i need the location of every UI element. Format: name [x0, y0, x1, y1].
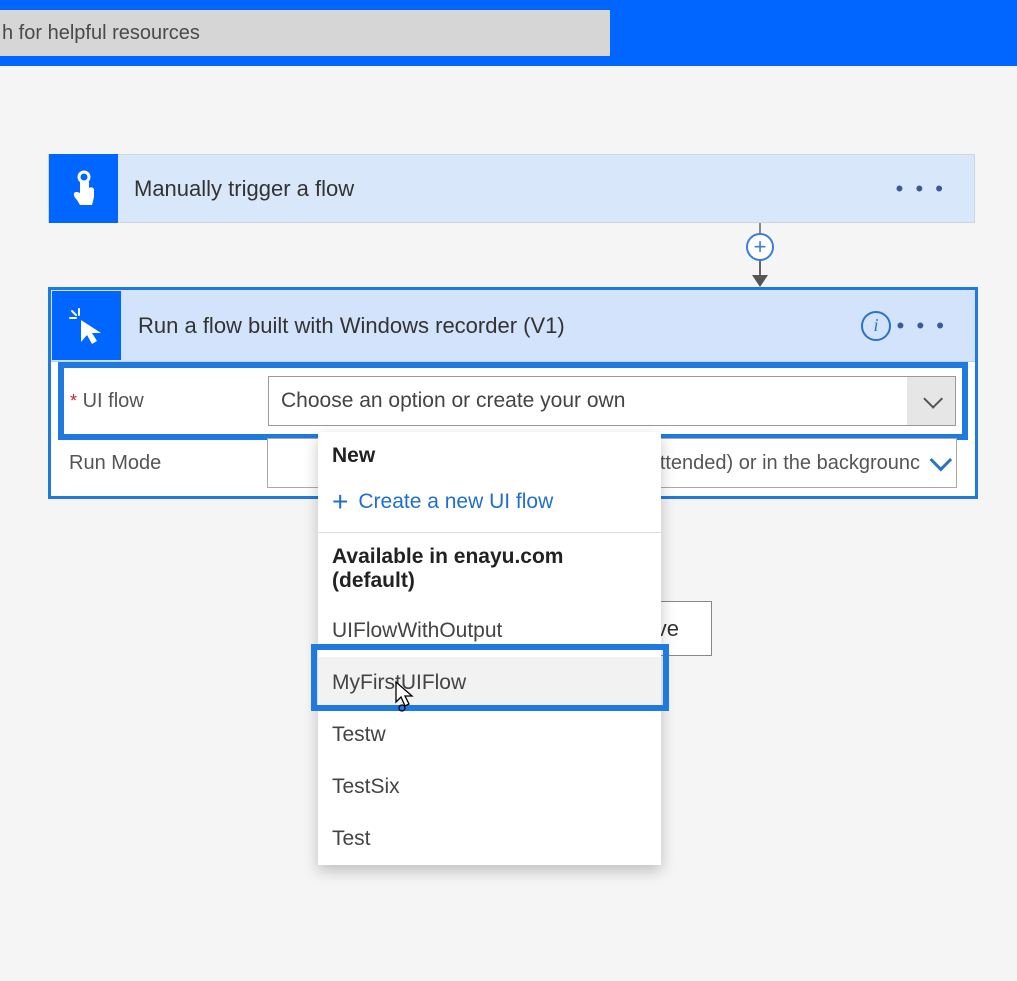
dropdown-option-myfirstuiflow[interactable]: MyFirstUIFlow: [318, 657, 661, 709]
dropdown-option[interactable]: Test: [318, 813, 661, 865]
ui-flow-placeholder: Choose an option or create your own: [269, 389, 907, 413]
info-icon[interactable]: i: [861, 311, 891, 341]
plus-icon: +: [332, 492, 348, 512]
add-step-button[interactable]: +: [746, 233, 774, 261]
trigger-title: Manually trigger a flow: [118, 176, 354, 202]
create-new-ui-flow[interactable]: + Create a new UI flow: [318, 480, 661, 532]
manual-trigger-icon: [66, 169, 102, 209]
action-icon-box: [52, 291, 121, 360]
ui-flow-dropdown[interactable]: Choose an option or create your own: [268, 376, 956, 426]
action-title: Run a flow built with Windows recorder (…: [122, 313, 565, 339]
run-mode-label: Run Mode: [69, 452, 267, 475]
ui-flow-dropdown-panel: New + Create a new UI flow Available in …: [318, 432, 661, 865]
cursor-sparkle-icon: [67, 306, 107, 346]
dropdown-section-available: Available in enayu.com (default): [318, 533, 661, 605]
action-header[interactable]: Run a flow built with Windows recorder (…: [51, 290, 975, 362]
connector: +: [503, 223, 1017, 287]
arrow-down-icon: [752, 275, 768, 287]
search-input[interactable]: [0, 10, 610, 56]
action-more-icon[interactable]: • • •: [897, 313, 947, 339]
trigger-icon-box: [49, 154, 118, 223]
ui-flow-label: * UI flow: [70, 390, 268, 413]
dropdown-option[interactable]: Testw: [318, 709, 661, 761]
ui-flow-row-highlight: * UI flow Choose an option or create you…: [58, 362, 968, 440]
chevron-down-icon[interactable]: [930, 449, 953, 472]
dropdown-option[interactable]: UIFlowWithOutput: [318, 605, 661, 657]
chevron-down-icon[interactable]: [907, 377, 955, 425]
trigger-more-icon[interactable]: • • •: [896, 176, 946, 202]
trigger-card[interactable]: Manually trigger a flow • • •: [48, 154, 975, 223]
top-header: [0, 0, 1017, 66]
dropdown-section-new: New: [318, 432, 661, 480]
dropdown-option[interactable]: TestSix: [318, 761, 661, 813]
